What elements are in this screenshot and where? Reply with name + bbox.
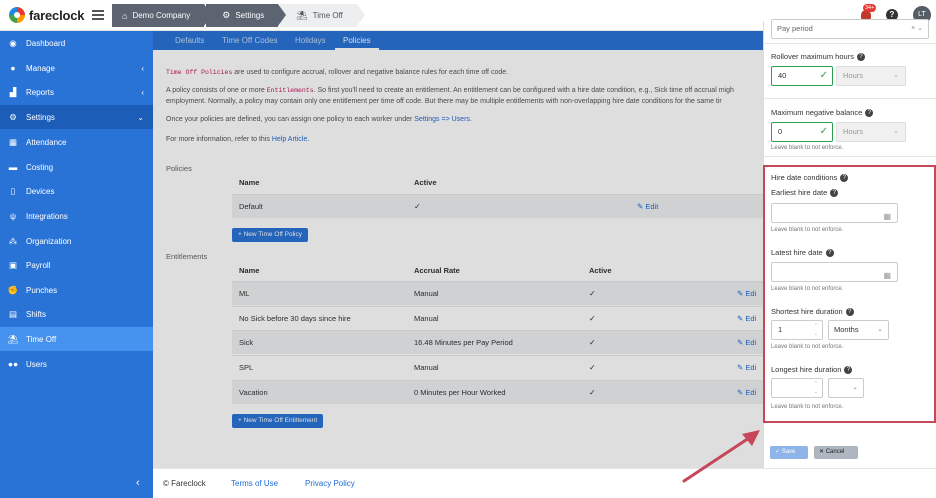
chart-icon: ▟ — [9, 86, 17, 97]
beach-umbrella-icon: ⛱ — [296, 10, 308, 20]
footer: © Fareclock Terms of Use Privacy Policy — [153, 468, 936, 498]
breadcrumb-time-off: ⛱ Time Off — [280, 4, 365, 27]
beach-umbrella-icon: ⛱ — [7, 333, 19, 344]
rollover-label: Rollover maximum hours? — [771, 52, 865, 62]
rollover-unit-select[interactable]: Hours ⌄ — [836, 66, 906, 86]
footer-copyright: © Fareclock — [163, 479, 206, 488]
sidebar-item-dashboard[interactable]: ◉ Dashboard — [0, 31, 153, 55]
sidebar-item-costing[interactable]: ▬ Costing — [0, 155, 153, 179]
privacy-policy-link[interactable]: Privacy Policy — [305, 479, 355, 488]
chevron-down-icon: ⌄ — [893, 128, 899, 135]
sidebar-item-attendance[interactable]: ▦ Attendance — [0, 130, 153, 154]
hamburger-menu-icon[interactable] — [92, 10, 104, 20]
breadcrumb: ⌂ Demo Company ⚙ Settings ⛱ Time Off — [112, 4, 365, 27]
sidebar-item-organization[interactable]: ⁂ Organization — [0, 229, 153, 253]
sidebar-item-reports[interactable]: ▟ Reports ‹ — [0, 80, 153, 104]
sidebar-item-payroll[interactable]: ▣ Payroll — [0, 253, 153, 277]
close-icon: × ⌄ — [911, 25, 923, 32]
sidebar-collapse-icon[interactable]: ‹ — [136, 477, 140, 489]
negative-balance-input[interactable]: 0 ✓ — [771, 122, 833, 142]
help-icon[interactable]: ? — [856, 53, 865, 62]
sidebar-item-integrations[interactable]: ψ Integrations — [0, 204, 153, 228]
calendar-icon: ▦ — [8, 136, 18, 147]
breadcrumb-settings[interactable]: ⚙ Settings — [206, 4, 287, 27]
gear-icon: ⚙ — [9, 111, 17, 122]
hire-date-conditions-highlight — [763, 165, 936, 423]
rollover-input[interactable]: 40 ✓ — [771, 66, 833, 86]
users-icon: ●● — [7, 359, 19, 369]
folder-icon: ▬ — [8, 162, 18, 172]
sidebar-item-punches[interactable]: ✊ Punches — [0, 278, 153, 302]
dashboard-icon: ◉ — [9, 37, 17, 48]
sidebar: ◉ Dashboard ● Manage ‹ ▟ Reports ‹ ⚙ Settings ⌄… — [0, 31, 153, 498]
check-icon: ✓ — [819, 70, 828, 81]
org-chart-icon: ⁂ — [8, 235, 18, 246]
brand-name: fareclock — [29, 7, 85, 23]
plug-icon: ψ — [9, 211, 17, 221]
sidebar-item-settings[interactable]: ⚙ Settings ⌄ — [0, 105, 153, 129]
save-button[interactable]: ✓ Save — [770, 446, 808, 459]
sidebar-item-shifts[interactable]: ▤ Shifts — [0, 302, 153, 326]
check-icon: ✓ — [819, 126, 828, 137]
sidebar-item-time-off[interactable]: ⛱ Time Off — [0, 327, 153, 351]
notification-badge: 34+ — [863, 4, 877, 12]
chevron-left-icon: ‹ — [141, 63, 144, 73]
close-circle-icon: ✕ — [819, 449, 826, 455]
home-icon: ⌂ — [122, 10, 128, 21]
sidebar-item-users[interactable]: ●● Users — [0, 352, 153, 376]
chevron-down-icon: ⌄ — [893, 72, 899, 79]
shifts-icon: ▤ — [8, 308, 18, 319]
punch-icon: ✊ — [7, 284, 19, 295]
sidebar-item-devices[interactable]: ▯ Devices — [0, 179, 153, 203]
check-circle-icon: ✓ — [775, 449, 782, 455]
person-icon: ● — [10, 63, 16, 73]
terms-of-use-link[interactable]: Terms of Use — [231, 479, 278, 488]
annotation-arrow-icon — [682, 430, 760, 483]
negative-balance-label: Maximum negative balance? — [771, 108, 874, 118]
cancel-button[interactable]: ✕ Cancel — [814, 446, 858, 459]
fareclock-logo-icon — [9, 7, 25, 23]
chevron-down-icon: ⌄ — [137, 112, 144, 122]
breadcrumb-company[interactable]: ⌂ Demo Company — [112, 4, 213, 27]
sidebar-item-manage[interactable]: ● Manage ‹ — [0, 56, 153, 80]
device-icon: ▯ — [10, 185, 16, 196]
brand[interactable]: fareclock — [9, 7, 84, 23]
negative-balance-hint: Leave blank to not enforce. — [771, 145, 844, 151]
money-icon: ▣ — [8, 259, 18, 270]
modal-backdrop — [153, 31, 763, 468]
accrual-period-select[interactable]: Pay period × ⌄ — [771, 19, 929, 39]
help-icon[interactable]: ? — [865, 109, 874, 118]
negative-balance-unit-select[interactable]: Hours ⌄ — [836, 122, 906, 142]
chevron-left-icon: ‹ — [141, 87, 144, 97]
gear-icon: ⚙ — [222, 10, 231, 20]
